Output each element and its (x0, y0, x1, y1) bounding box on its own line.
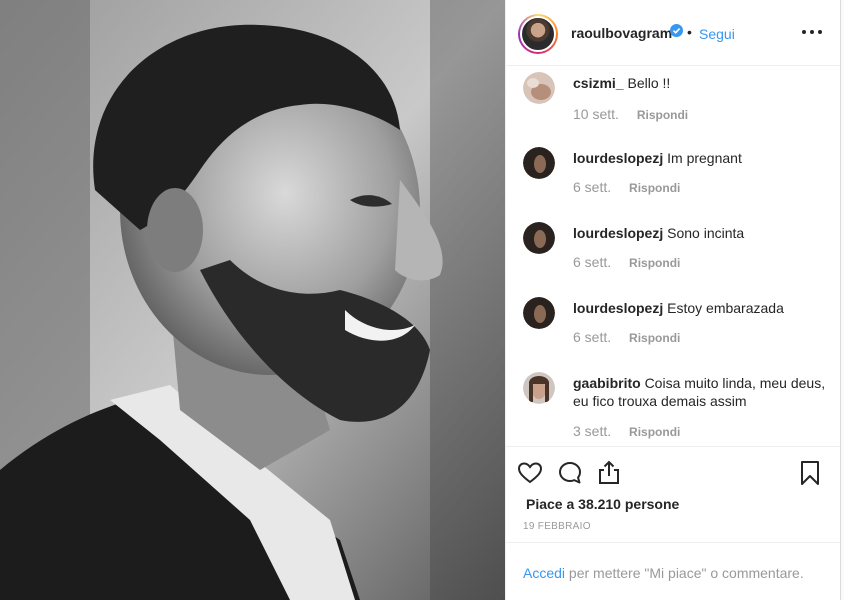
heart-icon[interactable] (516, 459, 544, 487)
comment-time[interactable]: 6 sett. (573, 329, 611, 345)
comment-username[interactable]: csizmi_ (573, 75, 624, 91)
commenter-avatar[interactable] (523, 372, 555, 404)
comment-message: Bello !! (627, 75, 671, 91)
verified-badge-icon (670, 24, 683, 37)
commenter-avatar[interactable] (523, 222, 555, 254)
reply-button[interactable]: Rispondi (629, 331, 680, 345)
comment-meta: 6 sett. Rispondi (573, 329, 680, 345)
comment-time[interactable]: 6 sett. (573, 179, 611, 195)
comment-time[interactable]: 3 sett. (573, 423, 611, 439)
post-actions: Piace a 38.210 persone 19 FEBBRAIO (506, 446, 841, 546)
author-username[interactable]: raoulbovagram (571, 25, 672, 41)
ellipsis-icon[interactable] (800, 22, 824, 42)
comment-icon[interactable] (556, 459, 584, 487)
commenter-avatar[interactable] (523, 72, 555, 104)
comment-text: gaabibrito Coisa muito linda, meu deus, … (573, 374, 828, 410)
likes-count[interactable]: Piace a 38.210 persone (526, 496, 679, 512)
comment-message: Sono incinta (667, 225, 745, 241)
login-prompt-text: per mettere "Mi piace" o commentare. (565, 565, 804, 581)
comment-text: lourdeslopezj Im pregnant (573, 149, 828, 167)
follow-button[interactable]: Segui (699, 26, 735, 42)
scrollbar-edge (840, 0, 844, 600)
portrait-image (0, 0, 505, 600)
commenter-avatar[interactable] (523, 147, 555, 179)
comment-meta: 6 sett. Rispondi (573, 254, 680, 270)
comment-username[interactable]: lourdeslopezj (573, 150, 663, 166)
comment-username[interactable]: lourdeslopezj (573, 300, 663, 316)
reply-button[interactable]: Rispondi (629, 181, 680, 195)
post-date[interactable]: 19 FEBBRAIO (523, 521, 591, 532)
bookmark-icon[interactable] (796, 459, 824, 487)
post-header: raoulbovagram • Segui (506, 0, 841, 66)
comment-time[interactable]: 6 sett. (573, 254, 611, 270)
post-photo[interactable] (0, 0, 505, 600)
comments-list[interactable]: csizmi_ Bello !! 10 sett. Rispondi lourd… (506, 66, 841, 446)
post-side-panel: raoulbovagram • Segui csizmi_ Bello !! 1… (505, 0, 841, 600)
comment-text: lourdeslopezj Estoy embarazada (573, 299, 828, 317)
login-link[interactable]: Accedi (523, 565, 565, 581)
reply-button[interactable]: Rispondi (629, 425, 680, 439)
login-prompt: Accedi per mettere "Mi piace" o commenta… (506, 542, 841, 600)
commenter-avatar[interactable] (523, 297, 555, 329)
comment-text: lourdeslopezj Sono incinta (573, 224, 828, 242)
share-icon[interactable] (595, 459, 623, 487)
author-avatar[interactable] (518, 14, 558, 54)
comment-time[interactable]: 10 sett. (573, 106, 619, 122)
comment-username[interactable]: gaabibrito (573, 375, 641, 391)
comment-meta: 3 sett. Rispondi (573, 423, 680, 439)
comment-meta: 6 sett. Rispondi (573, 179, 680, 195)
reply-button[interactable]: Rispondi (637, 108, 688, 122)
separator-dot: • (687, 24, 692, 40)
comment-username[interactable]: lourdeslopezj (573, 225, 663, 241)
reply-button[interactable]: Rispondi (629, 256, 680, 270)
comment-message: Estoy embarazada (667, 300, 784, 316)
comment-meta: 10 sett. Rispondi (573, 106, 688, 122)
comment-message: Im pregnant (667, 150, 742, 166)
comment-text: csizmi_ Bello !! (573, 74, 828, 92)
